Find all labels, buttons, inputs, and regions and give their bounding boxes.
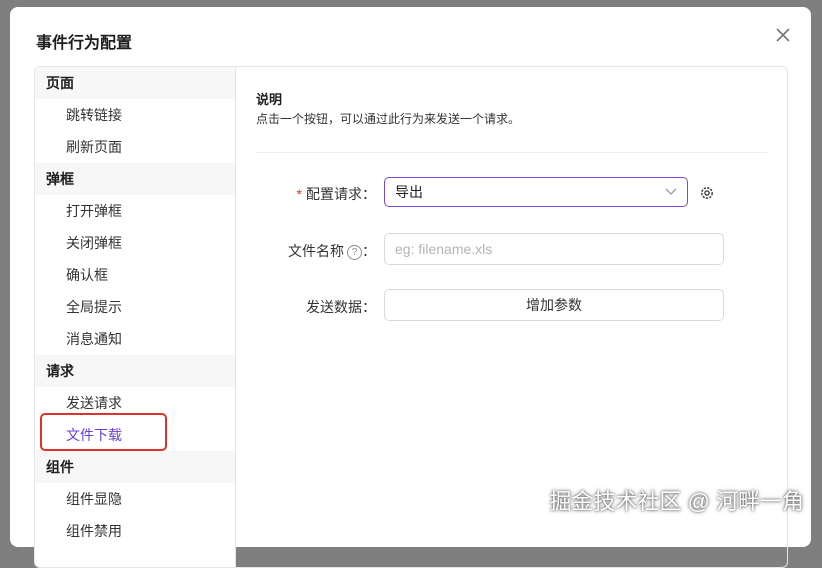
sidebar-item-open-modal[interactable]: 打开弹框: [35, 195, 235, 227]
label-colon: ：: [362, 243, 376, 259]
selection-highlight-box: [40, 413, 167, 451]
filename-input[interactable]: [384, 233, 724, 265]
sidebar-group-request: 请求: [35, 355, 235, 387]
label-colon: ：: [362, 186, 376, 202]
chevron-down-icon: [665, 188, 677, 195]
request-select-value: 导出: [395, 184, 423, 200]
gear-icon[interactable]: [699, 185, 715, 201]
request-select[interactable]: 导出: [384, 177, 688, 207]
divider: [256, 152, 767, 153]
sidebar-group-modal: 弹框: [35, 163, 235, 195]
sidebar-group-component: 组件: [35, 451, 235, 483]
event-config-modal: 事件行为配置 页面 跳转链接 刷新页面 弹框 打开弹框 关闭弹框 确认框 全局提…: [10, 7, 811, 568]
label-colon: ：: [362, 299, 376, 315]
sidebar-item-jump-link[interactable]: 跳转链接: [35, 99, 235, 131]
help-icon[interactable]: ?: [347, 245, 362, 260]
action-sidebar: 页面 跳转链接 刷新页面 弹框 打开弹框 关闭弹框 确认框 全局提示 消息通知 …: [35, 67, 236, 567]
sidebar-item-confirm-box[interactable]: 确认框: [35, 259, 235, 291]
sidebar-item-close-modal[interactable]: 关闭弹框: [35, 227, 235, 259]
sidebar-group-page: 页面: [35, 67, 235, 99]
add-param-button[interactable]: 增加参数: [384, 289, 724, 321]
filename-label: 文件名称: [288, 243, 344, 259]
modal-title: 事件行为配置: [36, 35, 133, 52]
request-label-row: * 配置请求：: [246, 184, 376, 204]
sidebar-item-component-visibility[interactable]: 组件显隐: [35, 483, 235, 515]
sidebar-item-notification[interactable]: 消息通知: [35, 323, 235, 355]
description-title: 说明: [256, 92, 283, 107]
sidebar-item-component-disable[interactable]: 组件禁用: [35, 515, 235, 547]
sidebar-item-global-tip[interactable]: 全局提示: [35, 291, 235, 323]
description-text: 点击一个按钮，可以通过此行为来发送一个请求。: [256, 112, 521, 126]
required-star: *: [296, 186, 302, 202]
send-data-label: 发送数据: [306, 299, 362, 315]
request-label: 配置请求: [306, 186, 362, 202]
send-data-label-row: 发送数据：: [246, 297, 376, 317]
watermark: 掘金技术社区 @ 河畔一角: [549, 489, 804, 514]
filename-label-row: 文件名称?：: [246, 241, 376, 261]
sidebar-item-refresh-page[interactable]: 刷新页面: [35, 131, 235, 163]
close-icon[interactable]: [773, 25, 793, 45]
